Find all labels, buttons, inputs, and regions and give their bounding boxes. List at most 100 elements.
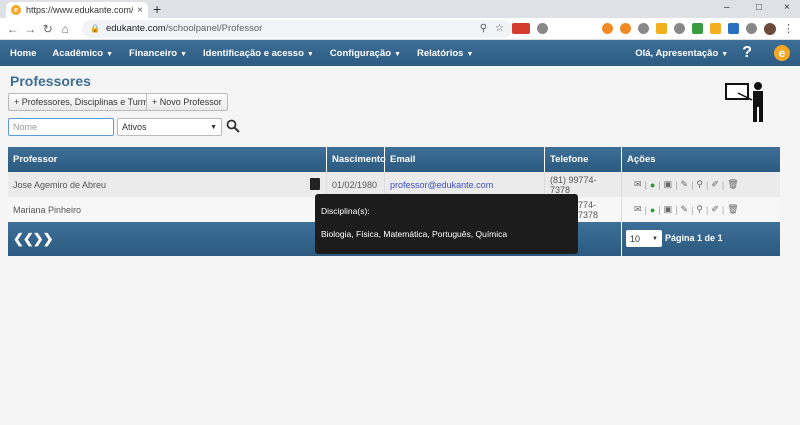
nav-relatorios-label: Relatórios — [416, 47, 464, 59]
browser-tabbar: e https://www.edukante.com/scho × + – □ … — [0, 0, 800, 18]
edukante-favicon-icon: e — [11, 5, 21, 15]
professor-name-cell: Jose Agemiro de Abreu — [8, 172, 327, 197]
page-size-select[interactable]: 10 ▼ — [626, 230, 662, 247]
camera-icon[interactable]: ▣ — [664, 179, 673, 190]
name-placeholder: Nome — [13, 122, 38, 132]
extension-puzzle-icon[interactable] — [746, 23, 757, 34]
mail-icon[interactable]: ✉ — [634, 179, 642, 190]
col-nascimento[interactable]: Nascimento — [327, 147, 386, 172]
pencil-icon[interactable]: ✐ — [711, 204, 719, 215]
trash-icon[interactable]: 🗑 — [727, 204, 738, 215]
status-select[interactable]: Ativos ▼ — [117, 118, 222, 136]
close-window-button[interactable]: × — [784, 2, 790, 13]
extension-blue-icon[interactable] — [728, 23, 739, 34]
chevron-down-icon: ▼ — [306, 50, 314, 58]
name-filter-input[interactable]: Nome — [8, 118, 114, 136]
status-selected-value: Ativos — [122, 122, 147, 132]
mail-icon[interactable]: ✉ — [634, 204, 642, 215]
page-size-value: 10 — [630, 233, 641, 244]
maximize-button[interactable]: □ — [756, 2, 762, 13]
zoom-icon[interactable]: ⚲ — [480, 23, 487, 34]
trash-icon[interactable]: 🗑 — [727, 179, 738, 190]
search-icon[interactable] — [226, 119, 240, 133]
pager-arrows[interactable]: ❮❮❯❯ — [13, 231, 54, 247]
nav-academico[interactable]: Acadêmico ▼ — [52, 48, 113, 59]
forward-arrow-icon[interactable]: → — [24, 22, 38, 36]
nav-financeiro[interactable]: Financeiro ▼ — [129, 48, 187, 59]
search-icon[interactable]: ⚲ — [696, 204, 703, 215]
nav-identificacao-label: Identificação e acesso — [203, 47, 304, 59]
professor-name-cell: Mariana Pinheiro — [8, 197, 327, 222]
minimize-button[interactable]: – — [724, 2, 730, 13]
table-header: Professor Nascimento Email Telefone Açõe… — [8, 147, 780, 172]
footer-divider — [621, 222, 622, 256]
pencil-icon[interactable]: ✐ — [711, 179, 719, 190]
actions-cell: ✉ | ● | ▣ | ✎ | ⚲ | ✐ | 🗑 — [634, 179, 739, 190]
chevron-down-icon: ▼ — [652, 235, 658, 242]
bookmark-star-icon[interactable]: ☆ — [495, 23, 504, 34]
nav-academico-label: Acadêmico — [52, 47, 104, 59]
col-professor[interactable]: Professor — [8, 147, 327, 172]
new-tab-button[interactable]: + — [153, 2, 161, 16]
edit-document-icon[interactable]: ✎ — [681, 204, 689, 215]
nav-home-label: Home — [10, 47, 37, 59]
lock-icon: 🔒 — [90, 24, 100, 33]
chevron-down-icon: ▼ — [466, 50, 474, 58]
chevron-down-icon: ▼ — [394, 50, 401, 58]
chevron-down-icon: ▼ — [210, 123, 217, 131]
profile-avatar[interactable] — [764, 22, 776, 35]
subjects-tooltip: Disciplina(s): Biologia, Física, Matemát… — [315, 194, 578, 254]
professors-subjects-classes-button[interactable]: + Professores, Disciplinas e Turmas — [8, 93, 164, 111]
extension-orange-icon[interactable] — [602, 23, 613, 34]
extension-yellow-icon[interactable] — [656, 23, 667, 34]
col-email[interactable]: Email — [385, 147, 545, 172]
chevron-down-icon: ▼ — [106, 50, 114, 58]
professor-name: Mariana Pinheiro — [13, 204, 82, 215]
browser-tab[interactable]: e https://www.edukante.com/scho × — [6, 2, 148, 18]
whatsapp-icon[interactable]: ● — [650, 205, 655, 215]
tooltip-title: Disciplina(s): — [321, 206, 370, 216]
tab-close-icon[interactable]: × — [137, 5, 143, 16]
book-icon[interactable] — [310, 178, 320, 190]
search-icon[interactable]: ⚲ — [696, 179, 703, 190]
email-link[interactable]: professor@edukante.com — [390, 180, 493, 190]
camera-extension-icon[interactable] — [537, 23, 548, 34]
help-icon[interactable]: ? — [742, 44, 752, 62]
edukante-logo[interactable]: e — [774, 45, 790, 61]
extension-flag-icon[interactable] — [692, 23, 703, 34]
extension-circle-icon[interactable] — [674, 23, 685, 34]
nav-identificacao[interactable]: Identificação e acesso ▼ — [203, 48, 314, 59]
extension-red-icon[interactable] — [512, 23, 530, 34]
tab-title: https://www.edukante.com/scho — [26, 5, 134, 15]
menu-dots-icon[interactable]: ⋮ — [783, 22, 794, 35]
phone-text: 774-7378 — [578, 199, 599, 220]
main-navbar: Home Acadêmico ▼ Financeiro ▼ Identificaçã… — [0, 40, 800, 66]
page-info: Página 1 de 1 — [665, 233, 723, 243]
nav-configuracao[interactable]: Configuração ▼ — [330, 48, 401, 59]
nav-home[interactable]: Home — [10, 48, 36, 59]
col-acoes: Ações — [627, 154, 656, 165]
actions-cell: ✉ | ● | ▣ | ✎ | ⚲ | ✐ | 🗑 — [634, 204, 739, 215]
col-telefone[interactable]: Telefone — [545, 147, 622, 172]
new-professor-button[interactable]: + Novo Professor — [146, 93, 228, 111]
extension-star-icon[interactable] — [620, 23, 631, 34]
extension-grey-icon[interactable] — [638, 23, 649, 34]
back-arrow-icon[interactable]: ← — [6, 22, 20, 36]
address-bar[interactable]: 🔒 edukante.com /schoolpanel/Professor ⚲ … — [82, 19, 512, 38]
professor-name: Jose Agemiro de Abreu — [13, 179, 107, 190]
whatsapp-icon[interactable]: ● — [650, 180, 655, 190]
nav-relatorios[interactable]: Relatórios ▼ — [417, 48, 473, 59]
url-path: /schoolpanel/Professor — [165, 23, 263, 34]
home-icon[interactable]: ⌂ — [59, 22, 73, 36]
edit-document-icon[interactable]: ✎ — [681, 179, 689, 190]
user-menu[interactable]: Olá, Apresentação ▼ — [635, 48, 728, 59]
browser-toolbar: ← → ↻ ⌂ 🔒 edukante.com /schoolpanel/Prof… — [0, 18, 800, 40]
extension-bookmark-icon[interactable] — [710, 23, 721, 34]
page-title: Professores — [10, 73, 91, 89]
camera-icon[interactable]: ▣ — [664, 204, 673, 215]
teacher-board-icon — [725, 82, 763, 122]
url-host: edukante.com — [105, 23, 166, 34]
chevron-down-icon: ▼ — [721, 50, 729, 58]
reload-icon[interactable]: ↻ — [41, 22, 55, 36]
chevron-down-icon: ▼ — [180, 50, 188, 58]
